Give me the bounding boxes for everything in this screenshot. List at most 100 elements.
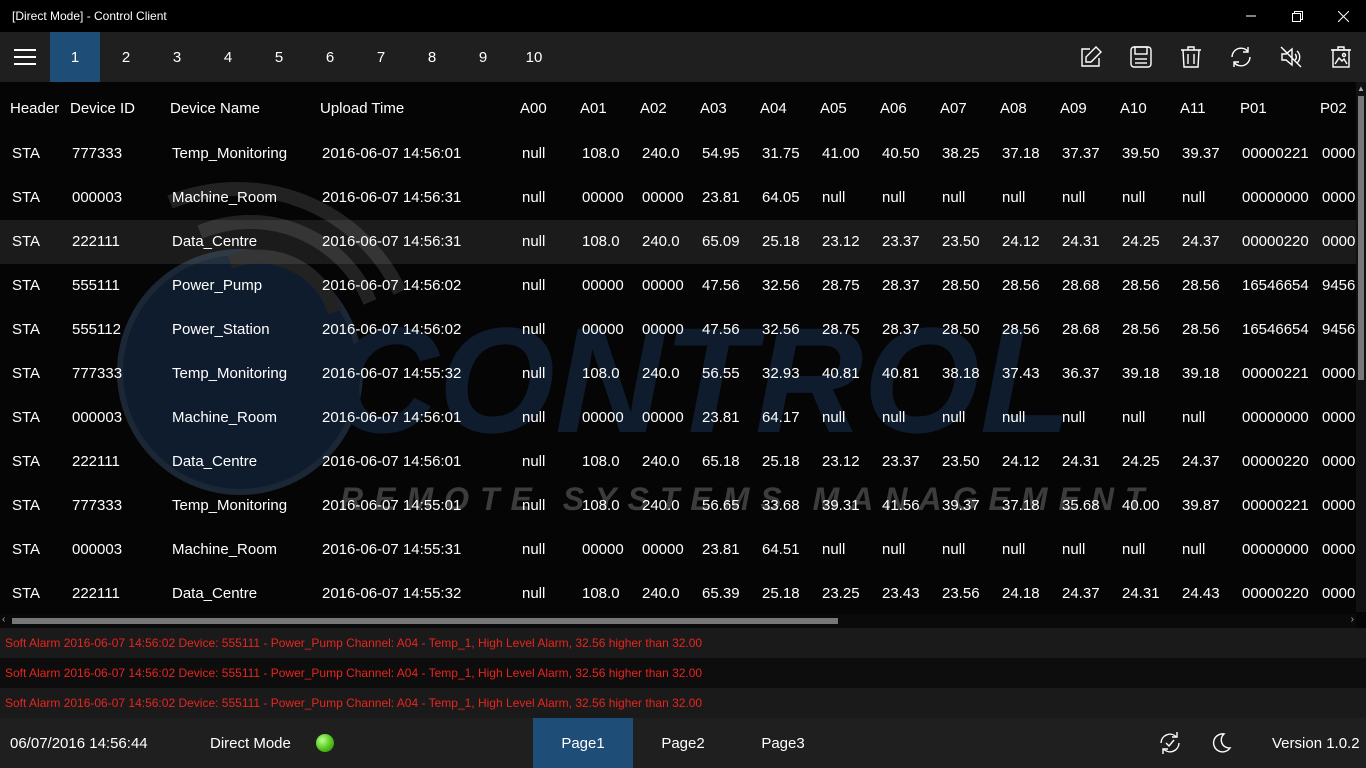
tab-7[interactable]: 7 (356, 32, 406, 82)
table-cell-a05: null (822, 541, 846, 558)
table-cell-a07: null (942, 409, 966, 426)
table-cell-a05: 41.00 (822, 145, 860, 162)
table-cell-a09: null (1062, 409, 1086, 426)
tab-10[interactable]: 10 (509, 32, 559, 82)
column-header-a02[interactable]: A02 (640, 100, 667, 117)
table-cell-a01: 00000 (582, 321, 624, 338)
column-header-a05[interactable]: A05 (820, 100, 847, 117)
column-header-a03[interactable]: A03 (700, 100, 727, 117)
tab-4[interactable]: 4 (203, 32, 253, 82)
alarm-item[interactable]: Soft Alarm 2016-06-07 14:56:02 Device: 5… (0, 628, 1366, 658)
column-header-a11[interactable]: A11 (1180, 100, 1206, 117)
vertical-scrollbar[interactable]: ▲ (1356, 82, 1366, 612)
column-header-a10[interactable]: A10 (1120, 100, 1147, 117)
page-tab-1[interactable]: Page1 (533, 718, 633, 768)
column-header-a01[interactable]: A01 (580, 100, 607, 117)
horizontal-scrollbar[interactable]: ‹ › (0, 614, 1356, 628)
column-header-p02[interactable]: P02 (1320, 100, 1347, 117)
table-cell-a11: 39.37 (1182, 145, 1220, 162)
table-cell-p01: 16546654 (1242, 321, 1309, 338)
table-cell-a00: null (522, 145, 546, 162)
tab-6[interactable]: 6 (305, 32, 355, 82)
column-header-device-name[interactable]: Device Name (170, 100, 260, 117)
edit-button[interactable] (1066, 32, 1116, 82)
alarm-item[interactable]: Soft Alarm 2016-06-07 14:56:02 Device: 5… (0, 658, 1366, 688)
table-cell-a00: null (522, 409, 546, 426)
table-cell-a08: null (1002, 189, 1026, 206)
table-cell-upload-time: 2016-06-07 14:55:31 (322, 541, 462, 558)
minimize-button[interactable] (1228, 0, 1274, 32)
page-tab-2[interactable]: Page2 (633, 718, 733, 768)
column-header-upload-time[interactable]: Upload Time (320, 100, 404, 117)
table-row[interactable]: STA 222111 Data_Centre 2016-06-07 14:56:01 n… (0, 440, 1356, 484)
table-cell-device-id: 222111 (72, 585, 120, 602)
restore-icon (1291, 10, 1303, 22)
table-cell-a02: 00000 (642, 277, 684, 294)
menu-button[interactable] (0, 32, 50, 82)
column-header-p01[interactable]: P01 (1240, 100, 1267, 117)
tab-8[interactable]: 8 (407, 32, 457, 82)
page-tab-3[interactable]: Page3 (733, 718, 833, 768)
table-cell-device-name: Data_Centre (172, 233, 258, 250)
table-cell-a00: null (522, 365, 546, 382)
clear-button[interactable] (1316, 32, 1366, 82)
column-header-a06[interactable]: A06 (880, 100, 907, 117)
vertical-scroll-thumb[interactable] (1358, 96, 1364, 380)
table-row[interactable]: STA 000003 Machine_Room 2016-06-07 14:56:31… (0, 176, 1356, 220)
table-cell-a06: 28.37 (882, 277, 920, 294)
table-cell-upload-time: 2016-06-07 14:56:01 (322, 453, 462, 470)
table-row[interactable]: STA 222111 Data_Centre 2016-06-07 14:55:32 n… (0, 572, 1356, 616)
table-cell-header: STA (12, 585, 41, 602)
table-cell-a08: 28.56 (1002, 277, 1040, 294)
column-header-a09[interactable]: A09 (1060, 100, 1087, 117)
alarm-item[interactable]: Soft Alarm 2016-06-07 14:56:02 Device: 5… (0, 688, 1366, 718)
horizontal-scroll-thumb[interactable] (12, 618, 838, 624)
table-cell-a08: 24.18 (1002, 585, 1040, 602)
scroll-left-icon[interactable]: ‹ (2, 614, 5, 625)
table-row[interactable]: STA 777333 Temp_Monitoring 2016-06-07 14:55… (0, 352, 1356, 396)
theme-toggle-button[interactable] (1196, 718, 1246, 768)
column-header-a00[interactable]: A00 (520, 100, 547, 117)
column-header-a07[interactable]: A07 (940, 100, 967, 117)
table-cell-a02: 00000 (642, 321, 684, 338)
table-row[interactable]: STA 000003 Machine_Room 2016-06-07 14:55:31… (0, 528, 1356, 572)
scroll-up-icon[interactable]: ▲ (1357, 84, 1365, 93)
table-row[interactable]: STA 777333 Temp_Monitoring 2016-06-07 14:56… (0, 132, 1356, 176)
table-cell-header: STA (12, 233, 41, 250)
table-row[interactable]: STA 555111 Power_Pump 2016-06-07 14:56:02 nu… (0, 264, 1356, 308)
table-row[interactable]: STA 555112 Power_Station 2016-06-07 14:56:0… (0, 308, 1356, 352)
tab-2[interactable]: 2 (101, 32, 151, 82)
restore-button[interactable] (1274, 0, 1320, 32)
table-cell-a03: 65.09 (702, 233, 740, 250)
sync-button[interactable] (1145, 718, 1195, 768)
table-cell-header: STA (12, 497, 41, 514)
table-row[interactable]: STA 222111 Data_Centre 2016-06-07 14:56:31 n… (0, 220, 1356, 264)
tab-5[interactable]: 5 (254, 32, 304, 82)
table-row[interactable]: STA 000003 Machine_Room 2016-06-07 14:56:01… (0, 396, 1356, 440)
table-row[interactable]: STA 777333 Temp_Monitoring 2016-06-07 14:55… (0, 484, 1356, 528)
close-button[interactable] (1320, 0, 1366, 32)
save-button[interactable] (1116, 32, 1166, 82)
table-cell-a10: 28.56 (1122, 321, 1160, 338)
column-header-a08[interactable]: A08 (1000, 100, 1027, 117)
table-cell-a04: 31.75 (762, 145, 800, 162)
scroll-right-icon[interactable]: › (1351, 614, 1354, 625)
table-cell-a10: 24.31 (1122, 585, 1160, 602)
column-header-header[interactable]: Header (10, 100, 59, 117)
tab-9[interactable]: 9 (458, 32, 508, 82)
table-cell-a01: 108.0 (582, 365, 620, 382)
column-header-a04[interactable]: A04 (760, 100, 787, 117)
table-cell-a11: 39.87 (1182, 497, 1220, 514)
table-cell-p02: 0000 (1322, 409, 1356, 426)
mute-button[interactable] (1266, 32, 1316, 82)
delete-button[interactable] (1166, 32, 1216, 82)
refresh-button[interactable] (1216, 32, 1266, 82)
table-cell-a06: null (882, 189, 906, 206)
table-cell-a07: 23.50 (942, 233, 980, 250)
connection-status-indicator (316, 734, 334, 752)
tab-3[interactable]: 3 (152, 32, 202, 82)
column-header-device-id[interactable]: Device ID (70, 100, 135, 117)
table-cell-a11: 24.37 (1182, 453, 1220, 470)
table-cell-a09: 28.68 (1062, 277, 1100, 294)
tab-1[interactable]: 1 (50, 32, 100, 82)
